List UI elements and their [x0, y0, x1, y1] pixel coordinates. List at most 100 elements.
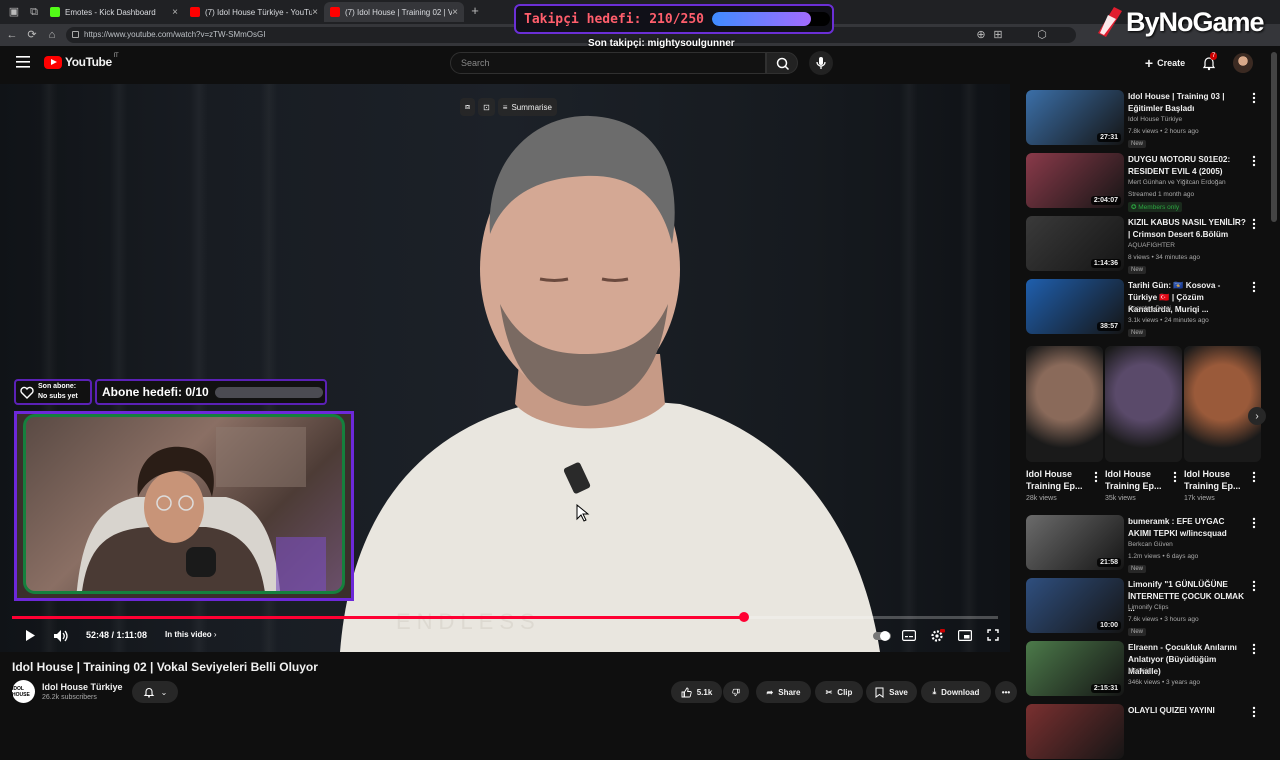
short-title[interactable]: Idol House Training Ep...: [1026, 468, 1088, 492]
more-vert-icon[interactable]: [1252, 218, 1256, 230]
recommended-video[interactable]: 21:58 bumeramk : EFE UYGAC AKIMI TEPKI w/…: [1024, 511, 1264, 573]
short-item[interactable]: Idol House Training Ep... 17k views: [1184, 346, 1261, 502]
site-info-icon[interactable]: [72, 31, 79, 38]
video-player[interactable]: ENDLESS ⧈ ⊡ ≡ Summarise Son abone: No sub…: [0, 84, 1010, 652]
seek-bar[interactable]: [12, 612, 998, 622]
share-icon: ➦: [766, 687, 774, 697]
more-vert-icon[interactable]: [1252, 580, 1256, 592]
recommended-video[interactable]: 10:00 Limonify "1 GÜNLÜĞÜNE İNTERNETTE ÇO…: [1024, 574, 1264, 636]
video-thumbnail[interactable]: 27:31: [1026, 90, 1124, 145]
video-channel[interactable]: AQUAFIGHTER: [1128, 242, 1175, 249]
tab-youtube-video[interactable]: (7) Idol House | Training 02 | V ×: [324, 2, 464, 22]
recommended-video[interactable]: 38:57 Tarihi Gün: 🇽🇰 Kosova - Türkiye 🇹🇷 …: [1024, 275, 1264, 337]
short-item[interactable]: Idol House Training Ep... 35k views: [1105, 346, 1182, 502]
menu-icon[interactable]: [16, 56, 30, 68]
video-thumbnail[interactable]: [1026, 704, 1124, 759]
settings-icon[interactable]: [930, 629, 945, 643]
more-actions-button[interactable]: •••: [995, 681, 1017, 703]
search-input[interactable]: Search: [450, 52, 766, 74]
play-icon[interactable]: [24, 629, 36, 642]
short-title[interactable]: Idol House Training Ep...: [1184, 468, 1246, 492]
more-vert-icon[interactable]: [1252, 706, 1256, 718]
share-button[interactable]: ➦ Share: [756, 681, 811, 703]
video-meta: 346k views • 3 years ago: [1128, 679, 1201, 686]
screenshot-button[interactable]: ⧈: [460, 98, 476, 116]
video-thumbnail[interactable]: 21:58: [1026, 515, 1124, 570]
translate-icon[interactable]: ⊕: [975, 29, 987, 41]
more-vert-icon[interactable]: [1252, 155, 1256, 167]
volume-icon[interactable]: [53, 629, 69, 643]
video-channel[interactable]: Socrates Dergi: [1128, 305, 1171, 312]
more-vert-icon[interactable]: [1094, 471, 1098, 483]
youtube-logo[interactable]: YouTube IT: [44, 53, 119, 69]
chapter-button[interactable]: In this video ›: [165, 630, 217, 639]
account-avatar[interactable]: [1233, 53, 1253, 73]
channel-name[interactable]: Idol House Türkiye: [42, 682, 123, 692]
more-vert-icon[interactable]: [1252, 471, 1256, 483]
create-button[interactable]: + Create: [1136, 53, 1194, 73]
more-vert-icon[interactable]: [1173, 471, 1177, 483]
recommended-video[interactable]: 27:31 Idol House | Training 03 | Eğitimle…: [1024, 86, 1264, 148]
shorts-next-button[interactable]: ›: [1248, 407, 1266, 425]
recommended-video[interactable]: 2:04:07 DUYGU MOTORU S01E02: RESIDENT EVI…: [1024, 149, 1264, 212]
video-thumbnail[interactable]: 10:00: [1026, 578, 1124, 633]
extensions-icon[interactable]: ⬡: [1036, 29, 1048, 41]
new-tab-icon[interactable]: +: [469, 4, 481, 17]
subscription-bell-button[interactable]: ⌄: [132, 681, 178, 703]
save-button[interactable]: Save: [866, 681, 917, 703]
picture-button[interactable]: ⊡: [478, 98, 495, 116]
home-icon[interactable]: ⌂: [46, 29, 58, 41]
video-channel[interactable]: Montajer: [1128, 667, 1153, 674]
video-title[interactable]: bumeramk : EFE UYGAC AKIMI TEPKI w/lincs…: [1128, 516, 1246, 540]
like-button[interactable]: 5.1k: [671, 681, 722, 703]
video-channel[interactable]: Mert Günhan ve Yiğitcan Erdoğan: [1128, 179, 1226, 186]
miniplayer-icon[interactable]: [958, 630, 972, 641]
fullscreen-icon[interactable]: [987, 629, 999, 641]
more-vert-icon[interactable]: [1252, 517, 1256, 529]
video-title[interactable]: Idol House | Training 03 | Eğitimler Baş…: [1128, 91, 1246, 115]
short-thumbnail[interactable]: [1184, 346, 1261, 462]
tab-kick-dashboard[interactable]: Emotes - Kick Dashboard ×: [44, 2, 184, 22]
channel-avatar[interactable]: IDOL HOUSE: [12, 680, 35, 703]
video-channel[interactable]: Berkcan Güven: [1128, 541, 1173, 548]
video-thumbnail[interactable]: 38:57: [1026, 279, 1124, 334]
video-channel[interactable]: Idol House Türkiye: [1128, 116, 1182, 123]
close-tab-icon[interactable]: ×: [172, 7, 178, 18]
video-channel[interactable]: Limonify Clips: [1128, 604, 1168, 611]
video-thumbnail[interactable]: 2:15:31: [1026, 641, 1124, 696]
brand-mark-icon: [1098, 7, 1122, 37]
subtitles-icon[interactable]: [902, 630, 916, 641]
short-item[interactable]: Idol House Training Ep... 28k views: [1026, 346, 1103, 502]
clip-button[interactable]: ✂ Clip: [815, 681, 863, 703]
summarise-button[interactable]: ≡ Summarise: [497, 98, 557, 116]
video-title[interactable]: KIZIL KABUS NASIL YENİLİR? | Crimson Des…: [1128, 217, 1246, 241]
video-thumbnail[interactable]: 2:04:07: [1026, 153, 1124, 208]
workspace-icon[interactable]: ▣: [8, 6, 20, 18]
video-thumbnail[interactable]: 1:14:36: [1026, 216, 1124, 271]
short-title[interactable]: Idol House Training Ep...: [1105, 468, 1167, 492]
video-title[interactable]: OLAYLI QUIZEI YAYINI: [1128, 705, 1246, 717]
video-title[interactable]: DUYGU MOTORU S01E02: RESIDENT EVIL 4 (20…: [1128, 154, 1246, 178]
short-thumbnail[interactable]: [1105, 346, 1182, 462]
dislike-button[interactable]: [723, 681, 749, 703]
recommended-video[interactable]: 2:15:31 Elraenn - Çocukluk Anılarını Anla…: [1024, 637, 1264, 697]
more-vert-icon[interactable]: [1252, 281, 1256, 293]
page-scrollbar[interactable]: [1271, 52, 1277, 222]
back-icon[interactable]: ←: [6, 29, 18, 41]
recommended-video[interactable]: 1:14:36 KIZIL KABUS NASIL YENİLİR? | Crim…: [1024, 212, 1264, 274]
short-thumbnail[interactable]: [1026, 346, 1103, 462]
autoplay-toggle-icon[interactable]: [873, 631, 891, 641]
seek-handle[interactable]: [738, 612, 749, 622]
tab-actions-icon[interactable]: ⧉: [28, 6, 40, 18]
voice-search-button[interactable]: [809, 51, 833, 75]
tab-youtube-channel[interactable]: (7) Idol House Türkiye - YouTube ×: [184, 2, 324, 22]
more-vert-icon[interactable]: [1252, 643, 1256, 655]
reload-icon[interactable]: ⟳: [26, 29, 38, 41]
download-button[interactable]: ⤓ Download: [921, 681, 991, 703]
close-tab-icon[interactable]: ×: [452, 7, 458, 18]
search-button[interactable]: [766, 52, 798, 74]
more-vert-icon[interactable]: [1252, 92, 1256, 104]
apps-icon[interactable]: ⊞: [992, 29, 1004, 41]
recommended-video[interactable]: OLAYLI QUIZEI YAYINI: [1024, 700, 1264, 760]
close-tab-icon[interactable]: ×: [312, 7, 318, 18]
